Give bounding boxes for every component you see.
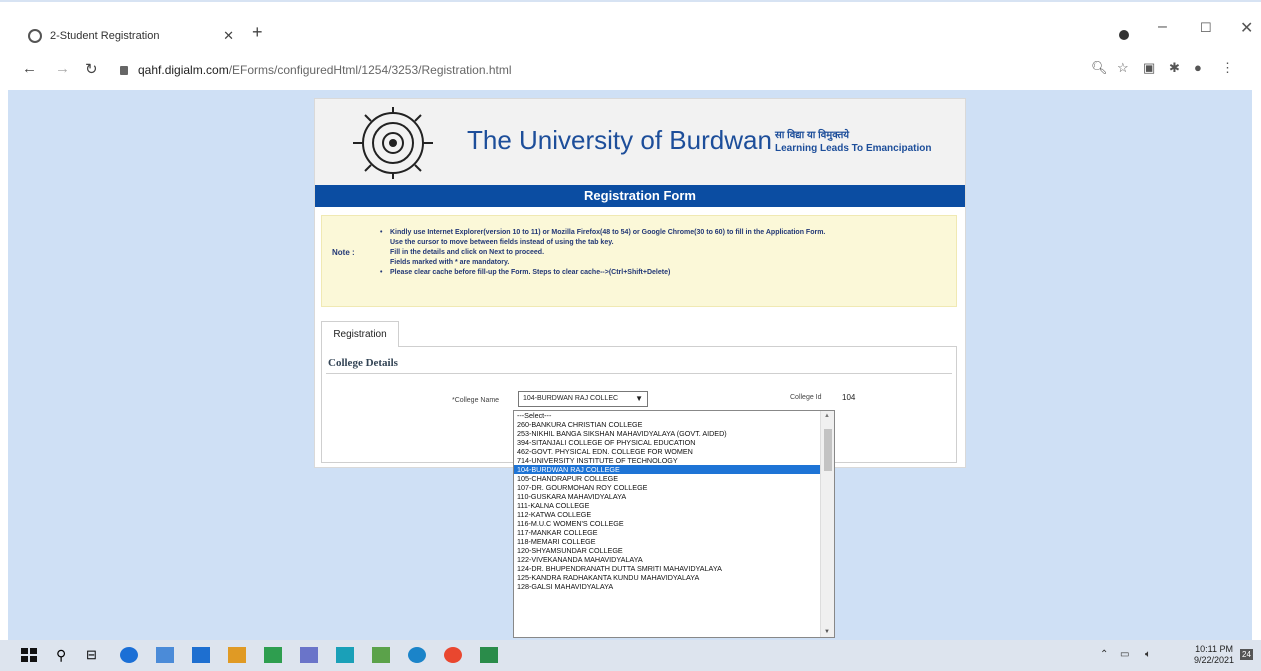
chrome-icon[interactable]: [444, 647, 462, 663]
task-view-icon[interactable]: ⊟: [86, 647, 104, 663]
file-explorer-icon[interactable]: [156, 647, 174, 663]
excel-icon[interactable]: [480, 647, 498, 663]
lock-icon: [120, 65, 128, 75]
network-icon[interactable]: ▭: [1120, 649, 1129, 660]
motto-hindi: सा विद्या या विमुक्तये: [775, 130, 850, 141]
back-icon[interactable]: ←: [22, 60, 37, 77]
dropdown-option[interactable]: 714-UNIVERSITY INSTITUTE OF TECHNOLOGY: [514, 456, 820, 465]
divider: [326, 373, 952, 374]
note-item: Fields marked with * are mandatory.: [390, 259, 510, 266]
forward-icon[interactable]: →: [55, 60, 70, 77]
volume-icon[interactable]: 🔈︎: [1145, 649, 1151, 660]
bookmark-star-icon[interactable]: ☆: [1117, 60, 1129, 76]
globe-app-icon[interactable]: [408, 647, 426, 663]
url-path: /EForms/configuredHtml/1254/3253/Registr…: [228, 63, 512, 77]
dropdown-option[interactable]: 124-DR. BHUPENDRANATH DUTTA SMRITI MAHAV…: [514, 564, 820, 573]
teams-icon[interactable]: [300, 647, 318, 663]
edge-icon[interactable]: [120, 647, 138, 663]
dropdown-option[interactable]: 253-NIKHIL BANGA SIKSHAN MAHAVIDYALAYA (…: [514, 429, 820, 438]
dropdown-option[interactable]: 110-GUSKARA MAHAVIDYALAYA: [514, 492, 820, 501]
dropdown-option[interactable]: 120-SHYAMSUNDAR COLLEGE: [514, 546, 820, 555]
college-name-select[interactable]: 104-BURDWAN RAJ COLLEC ▼: [518, 391, 648, 407]
tata-icon[interactable]: [336, 647, 354, 663]
clock[interactable]: 10:11 PM 9/22/2021: [1194, 644, 1234, 666]
scroll-thumb[interactable]: [824, 429, 832, 471]
dropdown-option[interactable]: 107-DR. GOURMOHAN ROY COLLEGE: [514, 483, 820, 492]
account-icon[interactable]: ●: [1194, 60, 1202, 75]
folder-icon[interactable]: [228, 647, 246, 663]
search-icon[interactable]: ⚲: [56, 647, 74, 663]
dropdown-option[interactable]: 105-CHANDRAPUR COLLEGE: [514, 474, 820, 483]
clock-time: 10:11 PM: [1195, 644, 1233, 654]
notification-badge[interactable]: 24: [1240, 649, 1253, 660]
dropdown-option[interactable]: 128-GALSI MAHAVIDYALAYA: [514, 582, 820, 591]
browser-tab[interactable]: 2-Student Registration ✕: [16, 23, 242, 49]
browser-titlebar: 2-Student Registration ✕ + – ☐ ✕ ← → ↻ q…: [0, 0, 1261, 90]
form-title-bar: Registration Form: [315, 185, 965, 207]
dropdown-option[interactable]: 260-BANKURA CHRISTIAN COLLEGE: [514, 420, 820, 429]
chevron-down-icon: ▼: [635, 394, 643, 403]
url-bar[interactable]: qahf.digialm.com/EForms/configuredHtml/1…: [114, 60, 1084, 80]
close-window-button[interactable]: ✕: [1240, 18, 1253, 38]
university-name: The University of Burdwan: [467, 125, 772, 155]
extension-icon[interactable]: ▣: [1143, 60, 1155, 76]
note-label: Note :: [332, 248, 355, 257]
college-id-value: 104: [842, 393, 856, 402]
note-item: • Kindly use Internet Explorer(version 10…: [380, 229, 826, 236]
new-tab-button[interactable]: +: [252, 22, 263, 43]
clock-date: 9/22/2021: [1194, 655, 1235, 665]
note-item: • Please clear cache before fill-up the F…: [380, 269, 671, 276]
url-host: qahf.digialm.com: [138, 63, 229, 77]
maximize-button[interactable]: ☐: [1200, 20, 1212, 36]
motto-english: Learning Leads To Emancipation: [775, 143, 932, 154]
dropdown-option[interactable]: 394-SITANJALI COLLEGE OF PHYSICAL EDUCAT…: [514, 438, 820, 447]
university-header: The University of Burdwan सा विद्या या व…: [315, 99, 965, 185]
dropdown-option[interactable]: 112-KATWA COLLEGE: [514, 510, 820, 519]
dropdown-options: ---Select--- 260-BANKURA CHRISTIAN COLLEG…: [514, 411, 820, 591]
college-name-value: 104-BURDWAN RAJ COLLEC: [523, 395, 619, 402]
outlook-icon[interactable]: [192, 647, 210, 663]
college-id-label: College Id: [790, 394, 822, 401]
dropdown-option[interactable]: 122-VIVEKANANDA MAHAVIDYALAYA: [514, 555, 820, 564]
college-dropdown-list[interactable]: ---Select--- 260-BANKURA CHRISTIAN COLLEG…: [513, 410, 835, 638]
note-box: Note : • Kindly use Internet Explorer(ver…: [321, 215, 957, 307]
tab-registration[interactable]: Registration: [321, 321, 399, 347]
photos-icon[interactable]: [372, 647, 390, 663]
windows-taskbar: ⚲ ⊟ ⌃ ▭ 🔈︎ 10:11 PM 9/22/2021 24: [0, 640, 1261, 671]
university-seal-icon: [353, 107, 433, 179]
note-item: Fill in the details and click on Next to…: [390, 249, 545, 256]
windows-start-icon[interactable]: [20, 647, 38, 663]
note-list: • Kindly use Internet Explorer(version 10…: [380, 228, 825, 278]
address-bar-row: ← → ↻ qahf.digialm.com/EForms/configured…: [0, 56, 1261, 84]
puzzle-icon[interactable]: ✱: [1169, 60, 1180, 76]
dropdown-scrollbar[interactable]: ▲ ▼: [820, 411, 834, 637]
spreadsheet-icon[interactable]: [264, 647, 282, 663]
university-motto: सा विद्या या विमुक्तये Learning Leads To…: [775, 129, 932, 155]
dropdown-option[interactable]: 104-BURDWAN RAJ COLLEGE: [514, 465, 820, 474]
globe-icon: [28, 29, 42, 43]
dropdown-option[interactable]: 462-GOVT. PHYSICAL EDN. COLLEGE FOR WOME…: [514, 447, 820, 456]
dropdown-option[interactable]: 125-KANDRA RADHAKANTA KUNDU MAHAVIDYALAY…: [514, 573, 820, 582]
scroll-down-icon[interactable]: ▼: [824, 629, 830, 635]
form-tabs: Registration: [321, 321, 957, 347]
chevron-up-icon[interactable]: ⌃: [1100, 649, 1108, 660]
menu-icon[interactable]: ⋮: [1221, 60, 1234, 76]
dropdown-option[interactable]: 117-MANKAR COLLEGE: [514, 528, 820, 537]
section-title: College Details: [328, 357, 398, 369]
close-tab-icon[interactable]: ✕: [223, 28, 234, 44]
college-name-label: *College Name: [452, 397, 500, 404]
zoom-icon[interactable]: 🔍︎: [1091, 60, 1108, 76]
dropdown-option[interactable]: 111-KALNA COLLEGE: [514, 501, 820, 510]
tab-title: 2-Student Registration: [50, 30, 160, 42]
scroll-up-icon[interactable]: ▲: [824, 413, 830, 419]
dropdown-option[interactable]: 118-MEMARI COLLEGE: [514, 537, 820, 546]
profile-icon[interactable]: [1119, 30, 1129, 40]
dropdown-option[interactable]: ---Select---: [514, 411, 820, 420]
minimize-button[interactable]: –: [1158, 18, 1167, 36]
note-item: Use the cursor to move between fields in…: [390, 239, 614, 246]
dropdown-option[interactable]: 116-M.U.C WOMEN'S COLLEGE: [514, 519, 820, 528]
reload-icon[interactable]: ↻: [85, 60, 98, 78]
